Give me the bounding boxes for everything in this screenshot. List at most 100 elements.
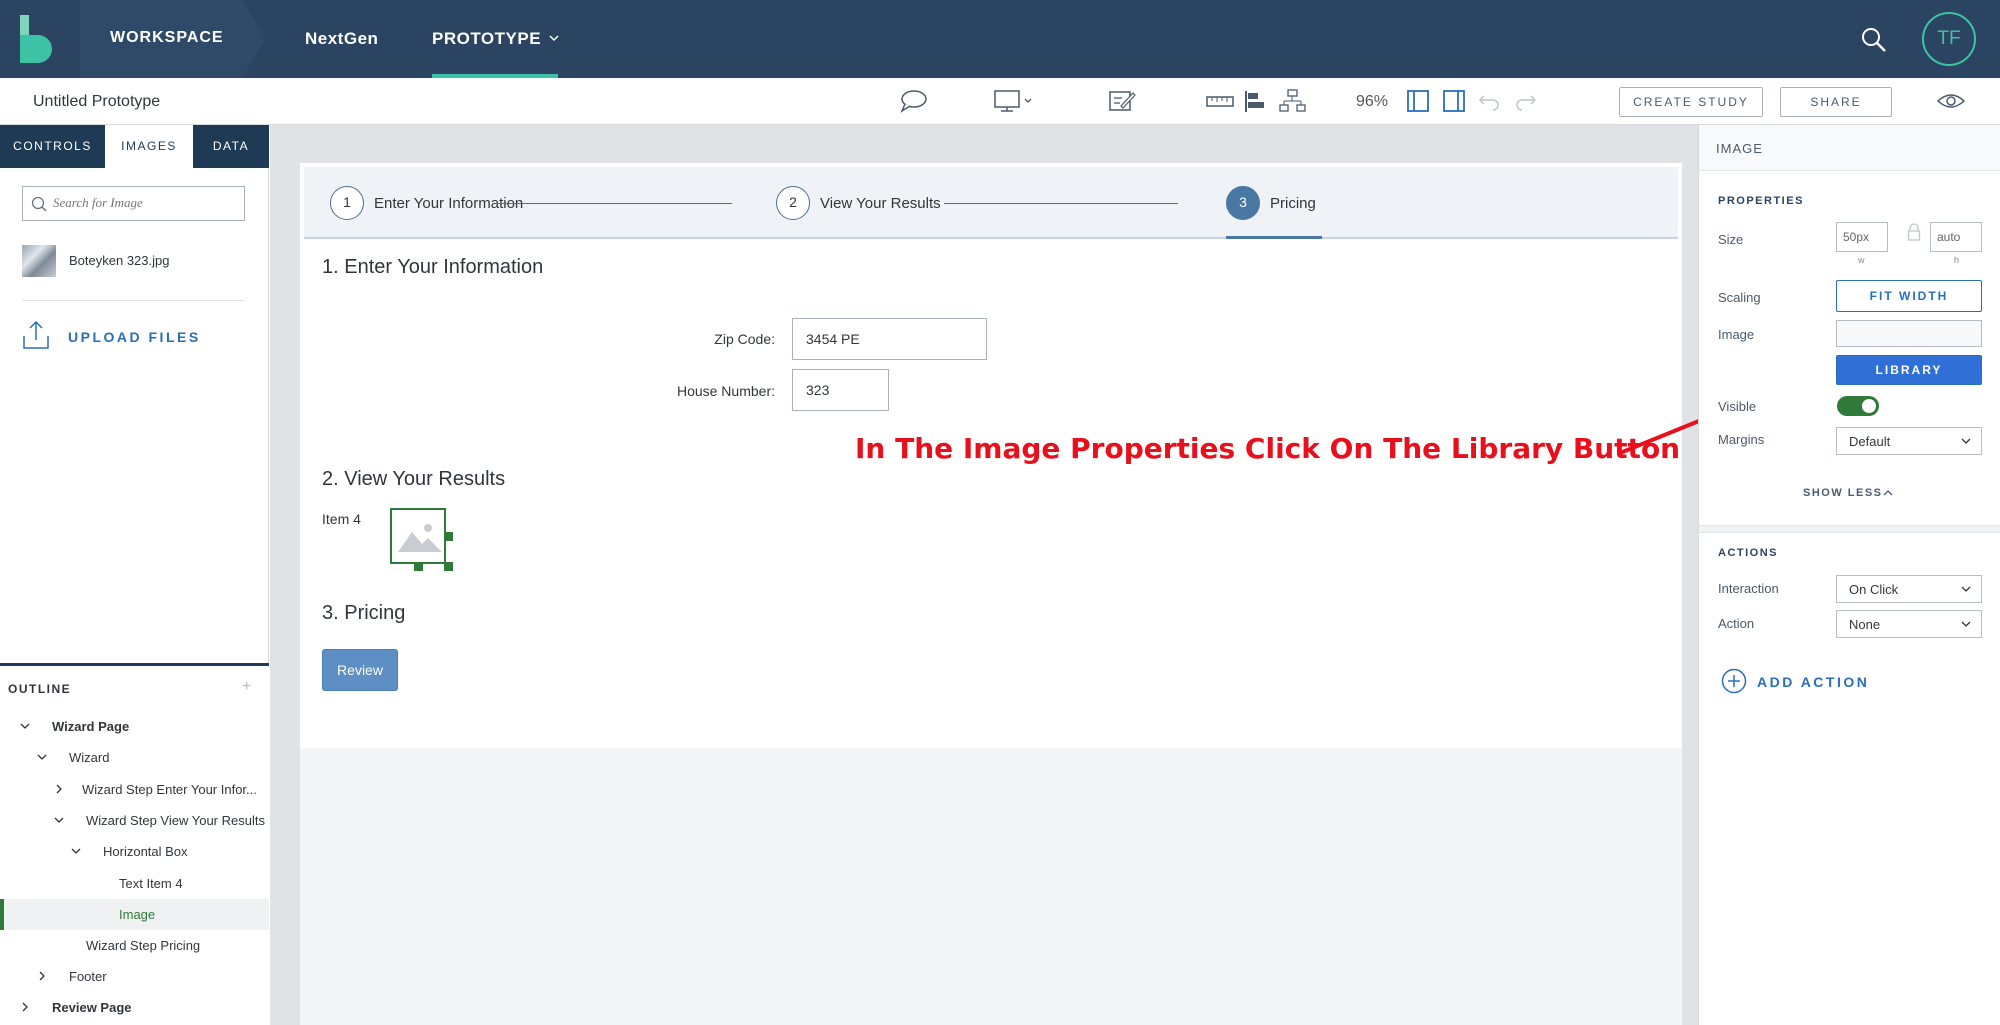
chevron-down-icon[interactable] bbox=[70, 845, 82, 857]
add-outline-icon[interactable]: + bbox=[242, 678, 251, 696]
interaction-label: Interaction bbox=[1718, 581, 1779, 596]
outline-item-wizard[interactable]: Wizard bbox=[0, 742, 269, 773]
wizard-progress-bar[interactable]: 1 Enter Your Information 2 View Your Res… bbox=[304, 167, 1678, 239]
nav-nextgen[interactable]: NextGen bbox=[305, 29, 378, 49]
upload-icon bbox=[23, 320, 49, 349]
image-search-box[interactable] bbox=[22, 186, 245, 221]
right-panel-icon[interactable] bbox=[1439, 88, 1469, 114]
width-input[interactable] bbox=[1836, 222, 1888, 252]
app-logo-icon[interactable] bbox=[20, 15, 56, 63]
outline-item-horizontal-box[interactable]: Horizontal Box bbox=[0, 836, 269, 867]
properties-panel-title: IMAGE bbox=[1716, 141, 1763, 156]
margins-value: Default bbox=[1849, 434, 1891, 449]
wizard-step-2-label[interactable]: View Your Results bbox=[820, 195, 941, 212]
add-action-button[interactable]: ADD ACTION bbox=[1721, 668, 1941, 696]
library-button[interactable]: LIBRARY bbox=[1836, 355, 1982, 385]
image-placeholder[interactable] bbox=[390, 508, 453, 571]
section-title-pricing[interactable]: 3. Pricing bbox=[322, 602, 405, 625]
user-avatar[interactable]: TF bbox=[1922, 12, 1976, 66]
undo-icon[interactable] bbox=[1475, 88, 1505, 114]
outline-item-text-item-4[interactable]: Text Item 4 bbox=[0, 868, 269, 899]
fit-width-button[interactable]: FIT WIDTH bbox=[1836, 280, 1982, 312]
tab-images[interactable]: IMAGES bbox=[105, 125, 193, 168]
image-search-input[interactable] bbox=[53, 195, 238, 211]
chevron-right-icon[interactable] bbox=[53, 783, 65, 795]
zoom-level[interactable]: 96% bbox=[1356, 93, 1388, 111]
create-study-button[interactable]: CREATE STUDY bbox=[1619, 87, 1763, 117]
preview-eye-icon[interactable] bbox=[1936, 91, 1966, 111]
outline-item-wizard-step-view[interactable]: Wizard Step View Your Results bbox=[0, 805, 269, 836]
resize-handle-right[interactable] bbox=[444, 532, 453, 541]
wizard-step-connector bbox=[944, 203, 1178, 204]
outline-item-review-page[interactable]: Review Page bbox=[0, 992, 269, 1023]
outline-item-label: Horizontal Box bbox=[103, 844, 188, 859]
resize-handle-bottom-right[interactable] bbox=[444, 562, 453, 571]
properties-section-title: PROPERTIES bbox=[1718, 195, 1804, 207]
margins-select[interactable]: Default bbox=[1836, 427, 1982, 455]
house-number-label[interactable]: House Number: bbox=[550, 383, 775, 399]
outline-item-image[interactable]: Image bbox=[0, 899, 269, 930]
zip-code-input[interactable] bbox=[792, 318, 987, 360]
prototype-page[interactable]: 1 Enter Your Information 2 View Your Res… bbox=[300, 163, 1682, 1025]
outline-item-wizard-step-enter[interactable]: Wizard Step Enter Your Infor... bbox=[0, 774, 269, 805]
desktop-device-icon[interactable] bbox=[993, 88, 1035, 114]
outline-item-footer[interactable]: Footer bbox=[0, 961, 269, 992]
interaction-value: On Click bbox=[1849, 582, 1899, 597]
wizard-step-2-circle[interactable]: 2 bbox=[776, 186, 810, 220]
tab-controls[interactable]: CONTROLS bbox=[0, 125, 105, 168]
wizard-step-3-label[interactable]: Pricing bbox=[1270, 195, 1316, 212]
height-sublabel: h bbox=[1954, 255, 1960, 265]
outline-item-label: Wizard Step Pricing bbox=[86, 938, 201, 953]
outline-item-wizard-step-pricing[interactable]: Wizard Step Pricing bbox=[0, 930, 269, 961]
tab-data[interactable]: DATA bbox=[193, 125, 269, 168]
chevron-down-icon[interactable] bbox=[36, 751, 48, 763]
review-button[interactable]: Review bbox=[322, 649, 398, 691]
edit-icon[interactable] bbox=[1107, 88, 1137, 114]
action-select[interactable]: None bbox=[1836, 610, 1982, 638]
align-icon[interactable] bbox=[1242, 88, 1272, 114]
left-panel-icon[interactable] bbox=[1403, 88, 1433, 114]
zip-code-label[interactable]: Zip Code: bbox=[590, 331, 775, 347]
ruler-icon[interactable] bbox=[1205, 88, 1235, 114]
chevron-down-icon bbox=[1961, 621, 1971, 627]
section-title-enter-information[interactable]: 1. Enter Your Information bbox=[322, 256, 543, 279]
text-item-4[interactable]: Item 4 bbox=[322, 511, 361, 527]
chevron-down-icon[interactable] bbox=[19, 720, 31, 732]
chevron-right-icon[interactable] bbox=[36, 970, 48, 982]
redo-icon[interactable] bbox=[1510, 88, 1540, 114]
left-panel: CONTROLS IMAGES DATA Boteyken 323.jpg UP… bbox=[0, 125, 269, 1025]
wizard-step-1-circle[interactable]: 1 bbox=[330, 186, 364, 220]
lock-aspect-ratio-icon[interactable] bbox=[1907, 223, 1921, 241]
editor-toolbar: Untitled Prototype 96% CREATE STUDY SHAR… bbox=[0, 78, 2000, 125]
section-title-view-results[interactable]: 2. View Your Results bbox=[322, 468, 505, 491]
width-sublabel: w bbox=[1858, 255, 1865, 265]
share-button[interactable]: SHARE bbox=[1780, 87, 1892, 117]
outline-item-wizard-page[interactable]: Wizard Page bbox=[0, 711, 269, 742]
hierarchy-icon[interactable] bbox=[1278, 88, 1308, 114]
wizard-step-3-circle[interactable]: 3 bbox=[1226, 186, 1260, 220]
height-input[interactable] bbox=[1930, 222, 1982, 252]
house-number-input[interactable] bbox=[792, 369, 889, 411]
image-source-field[interactable] bbox=[1836, 320, 1982, 347]
workspace-breadcrumb[interactable]: WORKSPACE bbox=[80, 0, 265, 78]
outline-item-label: Wizard bbox=[69, 750, 110, 765]
design-canvas[interactable]: 1 Enter Your Information 2 View Your Res… bbox=[270, 125, 1698, 1025]
prototype-title[interactable]: Untitled Prototype bbox=[33, 93, 160, 111]
wizard-step-connector bbox=[496, 203, 732, 204]
upload-files-button[interactable]: UPLOAD FILES bbox=[22, 318, 252, 354]
chevron-up-icon[interactable] bbox=[1883, 489, 1893, 497]
visible-toggle[interactable] bbox=[1837, 396, 1879, 416]
action-value: None bbox=[1849, 617, 1881, 632]
show-less-label[interactable]: SHOW LESS bbox=[1803, 487, 1883, 499]
search-icon[interactable] bbox=[1860, 26, 1888, 54]
comment-icon[interactable] bbox=[898, 88, 928, 114]
nav-prototype[interactable]: PROTOTYPE bbox=[432, 29, 541, 49]
divider bbox=[22, 300, 245, 301]
chevron-right-icon[interactable] bbox=[19, 1001, 31, 1013]
chevron-down-icon[interactable] bbox=[549, 34, 559, 42]
chevron-down-icon[interactable] bbox=[53, 814, 65, 826]
interaction-select[interactable]: On Click bbox=[1836, 575, 1982, 603]
outline-item-label: Text Item 4 bbox=[119, 876, 183, 891]
resize-handle-bottom[interactable] bbox=[414, 562, 423, 571]
properties-panel: IMAGE PROPERTIES Size w h Scaling FIT WI… bbox=[1698, 125, 2000, 1025]
